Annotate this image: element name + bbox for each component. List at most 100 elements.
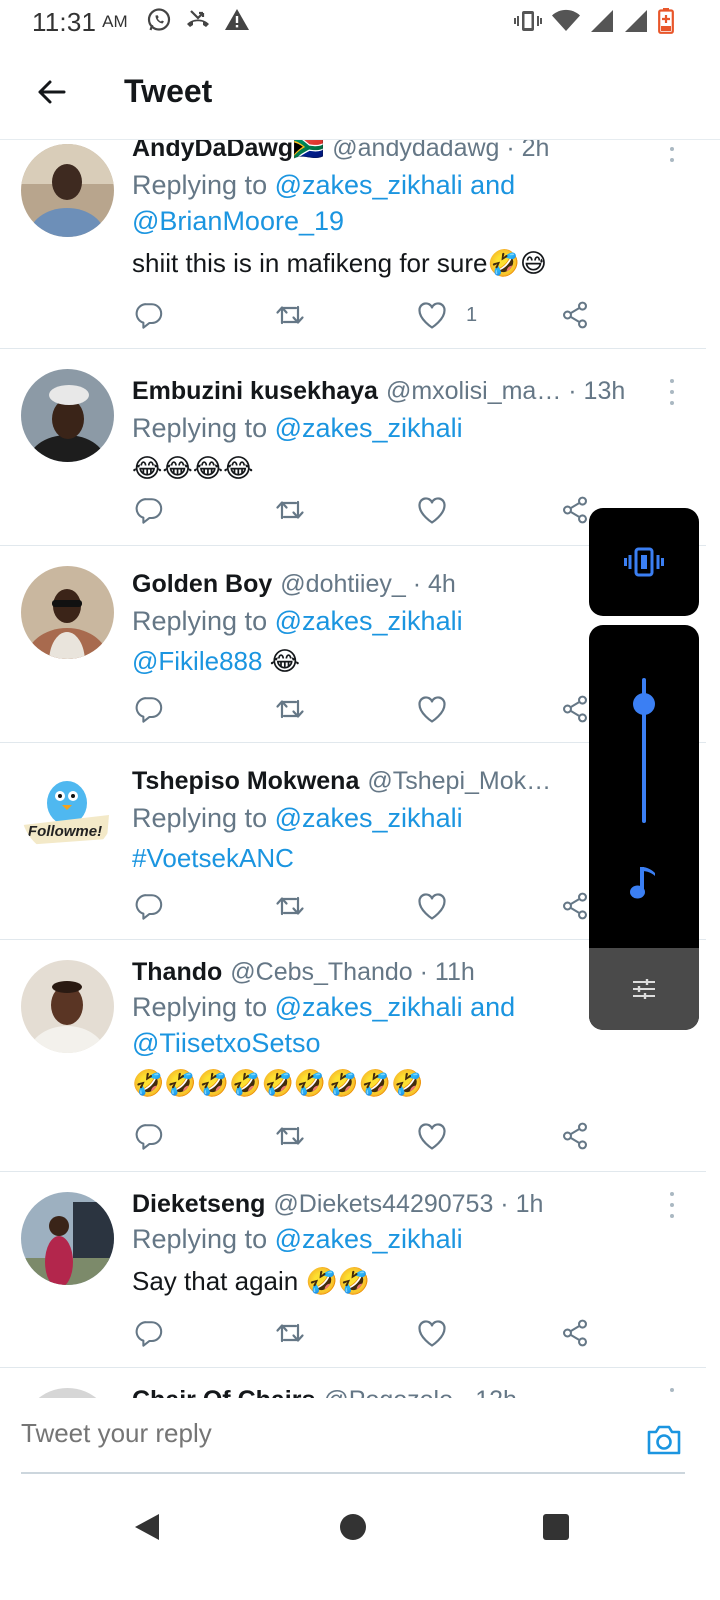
back-button[interactable] [26, 67, 76, 117]
music-note-icon [630, 867, 655, 899]
like-button[interactable] [416, 493, 448, 527]
share-button[interactable] [560, 889, 590, 923]
author-handle: @Cebs_Thando · 11h [230, 957, 475, 986]
avatar[interactable] [21, 369, 114, 462]
avatar[interactable] [21, 960, 114, 1053]
volume-settings-button[interactable] [589, 948, 699, 1030]
like-icon [416, 1317, 448, 1349]
reply-input[interactable] [21, 1418, 621, 1449]
share-icon [560, 694, 590, 724]
retweet-button[interactable] [274, 692, 306, 726]
retweet-button[interactable] [274, 493, 306, 527]
retweet-button[interactable] [274, 889, 306, 923]
alert-icon [224, 7, 250, 38]
tweet-text: 😂😂😂😂 [132, 453, 254, 483]
author-handle: @Pogozolo · 12h [323, 1386, 517, 1399]
author-handle: @dohtiiey_ · 4h [280, 569, 456, 598]
reply-icon [134, 891, 164, 921]
body-mention[interactable]: @Fikile888 [132, 646, 262, 676]
reply-button[interactable] [134, 1316, 164, 1350]
retweet-button[interactable] [274, 1316, 306, 1350]
author-name[interactable]: AndyDaDawg🇿🇦 [132, 140, 324, 163]
status-time: 11:31 [32, 6, 97, 37]
reply-button[interactable] [134, 692, 164, 726]
more-icon[interactable] [667, 1192, 677, 1218]
reply-mention[interactable]: @zakes_zikhali [275, 413, 463, 443]
system-nav-bar [0, 1480, 720, 1600]
author-name[interactable]: Tshepiso Mokwena [132, 767, 359, 796]
retweet-icon [274, 693, 306, 725]
more-icon[interactable] [667, 379, 677, 405]
share-icon [560, 891, 590, 921]
reply-button[interactable] [134, 493, 164, 527]
author-name[interactable]: Embuzini kusekhaya [132, 377, 378, 406]
author-name[interactable]: Golden Boy [132, 570, 272, 599]
reply-icon [134, 694, 164, 724]
sliders-icon [633, 979, 655, 999]
avatar-badge-text: Followme! [28, 823, 102, 840]
share-button[interactable] [560, 692, 590, 726]
reply-icon [134, 300, 164, 330]
share-button[interactable] [560, 298, 590, 332]
reply-mention[interactable]: @zakes_zikhali [275, 606, 463, 636]
author-handle: @Tshepi_Mok… [367, 766, 552, 795]
replying-label: Replying to [132, 606, 275, 636]
avatar[interactable] [21, 566, 114, 659]
tweet-text: 🤣🤣🤣🤣🤣🤣🤣🤣🤣 [132, 1068, 424, 1098]
reply-tweet[interactable]: Chair Of Chairs @Pogozolo · 12h [0, 1368, 706, 1398]
reply-button[interactable] [134, 1119, 164, 1153]
tweet-text: Say that again 🤣🤣 [132, 1266, 371, 1296]
author-name[interactable]: Dieketseng [132, 1190, 265, 1219]
share-icon [560, 495, 590, 525]
share-button[interactable] [560, 1119, 590, 1153]
like-button[interactable] [416, 1119, 448, 1153]
avatar[interactable] [21, 144, 114, 237]
more-icon[interactable] [667, 140, 677, 162]
like-icon [416, 693, 448, 725]
battery-icon [658, 8, 674, 39]
reply-tweet[interactable]: Dieketseng @Diekets44290753 · 1h Replying… [0, 1172, 706, 1368]
reply-input-underline [21, 1472, 685, 1474]
nav-back-button[interactable] [133, 1512, 161, 1547]
reply-tweet[interactable]: AndyDaDawg🇿🇦 @andydadawg · 2h Replying to… [0, 140, 706, 349]
camera-button[interactable] [646, 1424, 682, 1461]
reply-mention[interactable]: @BrianMoore_19 [132, 206, 344, 236]
tweet-text: 😂 [262, 646, 301, 676]
author-name[interactable]: Thando [132, 958, 222, 987]
avatar[interactable] [21, 1192, 114, 1285]
signal-icon [624, 9, 648, 38]
vibrate-icon [514, 8, 542, 39]
reply-mention[interactable]: @zakes_zikhali and [275, 170, 516, 200]
hashtag[interactable]: #VoetsekANC [132, 843, 294, 873]
tweet-text: shiit this is in mafikeng for sure🤣😅 [132, 248, 547, 278]
share-button[interactable] [560, 1316, 590, 1350]
reply-mention[interactable]: @zakes_zikhali and [275, 992, 516, 1022]
like-button[interactable] [416, 692, 448, 726]
back-arrow-icon [38, 80, 66, 103]
more-icon[interactable] [667, 1388, 677, 1398]
retweet-button[interactable] [274, 1119, 306, 1153]
share-button[interactable] [560, 493, 590, 527]
reply-mention[interactable]: @TiisetxoSetso [132, 1028, 320, 1058]
volume-slider-thumb[interactable] [633, 693, 655, 715]
reply-mention[interactable]: @zakes_zikhali [275, 1224, 463, 1254]
app-bar: Tweet [0, 44, 720, 140]
avatar[interactable]: Followme! [21, 763, 114, 856]
author-name[interactable]: Chair Of Chairs [132, 1386, 315, 1399]
vibrate-icon [624, 547, 664, 577]
nav-recents-button[interactable] [543, 1514, 569, 1540]
nav-home-button[interactable] [340, 1514, 366, 1540]
replying-label: Replying to [132, 1224, 275, 1254]
like-icon [416, 299, 448, 331]
like-button[interactable] [416, 889, 448, 923]
share-icon [560, 1318, 590, 1348]
like-button[interactable]: 1 [416, 298, 477, 332]
reply-button[interactable] [134, 298, 164, 332]
signal-icon [590, 9, 614, 38]
retweet-button[interactable] [274, 298, 306, 332]
like-button[interactable] [416, 1316, 448, 1350]
ringer-mode-button[interactable] [589, 508, 699, 616]
reply-mention[interactable]: @zakes_zikhali [275, 803, 463, 833]
avatar[interactable] [21, 1388, 114, 1398]
reply-button[interactable] [134, 889, 164, 923]
